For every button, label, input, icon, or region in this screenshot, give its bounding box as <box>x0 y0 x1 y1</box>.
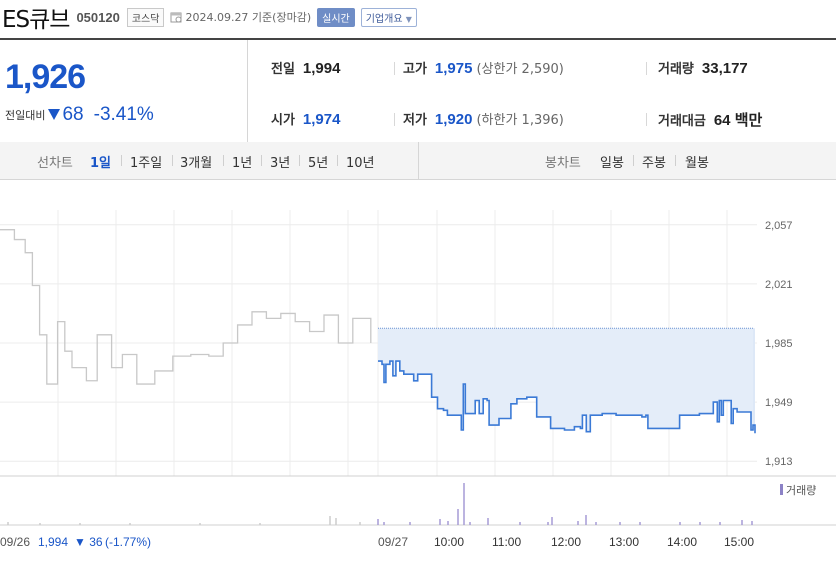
volume-legend-label: 거래량 <box>786 484 816 497</box>
price-chart[interactable]: 2,057 2,021 1,985 1,949 1,913 거래량 09/27 10:00 11… <box>0 180 836 572</box>
volume: 거래량 33,177 <box>658 58 748 77</box>
prev-close-label: 전일 <box>271 62 295 77</box>
open-label: 시가 <box>271 113 295 128</box>
x-axis-label: 09/27 <box>378 535 408 549</box>
stock-code: 050120 <box>76 9 120 25</box>
down-triangle-icon <box>47 106 61 125</box>
day-low: 저가 1,920 (하한가 1,396) <box>403 109 564 128</box>
day-high: 고가 1,975 (상한가 2,590) <box>403 58 564 77</box>
x-axis-label: 10:00 <box>434 535 464 549</box>
tab-monthly-candle[interactable]: 월봉 <box>685 152 709 171</box>
prev-day-date: 09/26 <box>0 535 30 549</box>
x-axis-label: 15:00 <box>724 535 754 549</box>
lower-limit: (하한가 1,396) <box>476 113 564 128</box>
chart-tabs: 선차트 1일 1주일 3개월 1년 3년 5년 10년 봉차트 일봉 주봉 월봉 <box>0 142 836 180</box>
low-label: 저가 <box>403 113 427 128</box>
change-amount: 68 <box>62 104 84 125</box>
open-price: 시가 1,974 <box>271 109 340 128</box>
y-tick-label: 1,913 <box>765 456 793 468</box>
chevron-down-icon: ▼ <box>405 14 412 24</box>
prev-day-close: 1,994 <box>38 535 68 549</box>
volume-label: 거래량 <box>658 62 694 77</box>
current-price: 1,926 <box>5 58 86 96</box>
x-axis-label: 11:00 <box>492 535 521 549</box>
high-label: 고가 <box>403 62 427 77</box>
volume-value: 33,177 <box>701 60 748 77</box>
prev-day-change: ▼ 36 <box>74 535 103 549</box>
x-axis-label: 12:00 <box>551 535 581 549</box>
y-tick-label: 1,985 <box>765 338 793 350</box>
company-overview-button[interactable]: 기업개요 ▼ <box>360 7 417 27</box>
realtime-button[interactable]: 실시간 <box>317 7 355 27</box>
prev-day-change-pct: (-1.77%) <box>105 535 151 549</box>
calendar-icon <box>170 11 182 23</box>
change-label: 전일대비 <box>5 109 46 122</box>
candle-chart-heading: 봉차트 <box>545 156 581 171</box>
open-value: 1,974 <box>302 111 341 128</box>
current-price-panel: 1,926 전일대비 68 -3.41% <box>0 40 248 143</box>
tab-3month[interactable]: 3개월 <box>180 152 212 171</box>
y-tick-label: 2,021 <box>765 279 793 291</box>
company-overview-label: 기업개요 <box>365 13 403 25</box>
prev-close: 전일 1,994 <box>271 58 340 77</box>
price-summary: 1,926 전일대비 68 -3.41% 전일 1,994 고가 1,975 (… <box>0 38 836 144</box>
tab-1day[interactable]: 1일 <box>90 152 111 171</box>
amount-value: 64 백만 <box>713 112 763 129</box>
tab-1week[interactable]: 1주일 <box>130 152 162 171</box>
market-badge: 코스닥 <box>126 7 165 27</box>
prev-close-value: 1,994 <box>302 60 341 77</box>
x-axis-label: 14:00 <box>667 535 697 549</box>
prev-day-line <box>0 229 372 385</box>
upper-limit: (상한가 2,590) <box>476 62 564 77</box>
tab-5year[interactable]: 5년 <box>308 152 328 171</box>
price-change: 전일대비 68 -3.41% <box>5 104 154 126</box>
y-tick-label: 1,949 <box>765 397 793 409</box>
volume-legend-swatch <box>780 484 783 495</box>
stock-name: ES큐브 <box>2 7 70 33</box>
x-axis-label: 13:00 <box>609 535 639 549</box>
tab-10year[interactable]: 10년 <box>346 152 375 171</box>
tab-weekly-candle[interactable]: 주봉 <box>642 152 666 171</box>
y-tick-label: 2,057 <box>765 220 793 232</box>
amount-label: 거래대금 <box>658 114 706 129</box>
tab-3year[interactable]: 3년 <box>270 152 290 171</box>
tab-1year[interactable]: 1년 <box>232 152 252 171</box>
today-fill-area <box>378 328 755 434</box>
low-value: 1,920 <box>434 111 473 128</box>
high-value: 1,975 <box>434 60 473 77</box>
line-chart-heading: 선차트 <box>37 156 73 171</box>
stock-header: ES큐브 050120 코스닥 2024.09.27 기준(장마감) 실시간 기… <box>0 0 836 34</box>
trade-amount: 거래대금 64 백만 <box>658 109 762 130</box>
change-percent: -3.41% <box>93 104 154 125</box>
quote-datetime: 2024.09.27 기준(장마감) <box>185 11 312 24</box>
tab-daily-candle[interactable]: 일봉 <box>600 152 624 171</box>
